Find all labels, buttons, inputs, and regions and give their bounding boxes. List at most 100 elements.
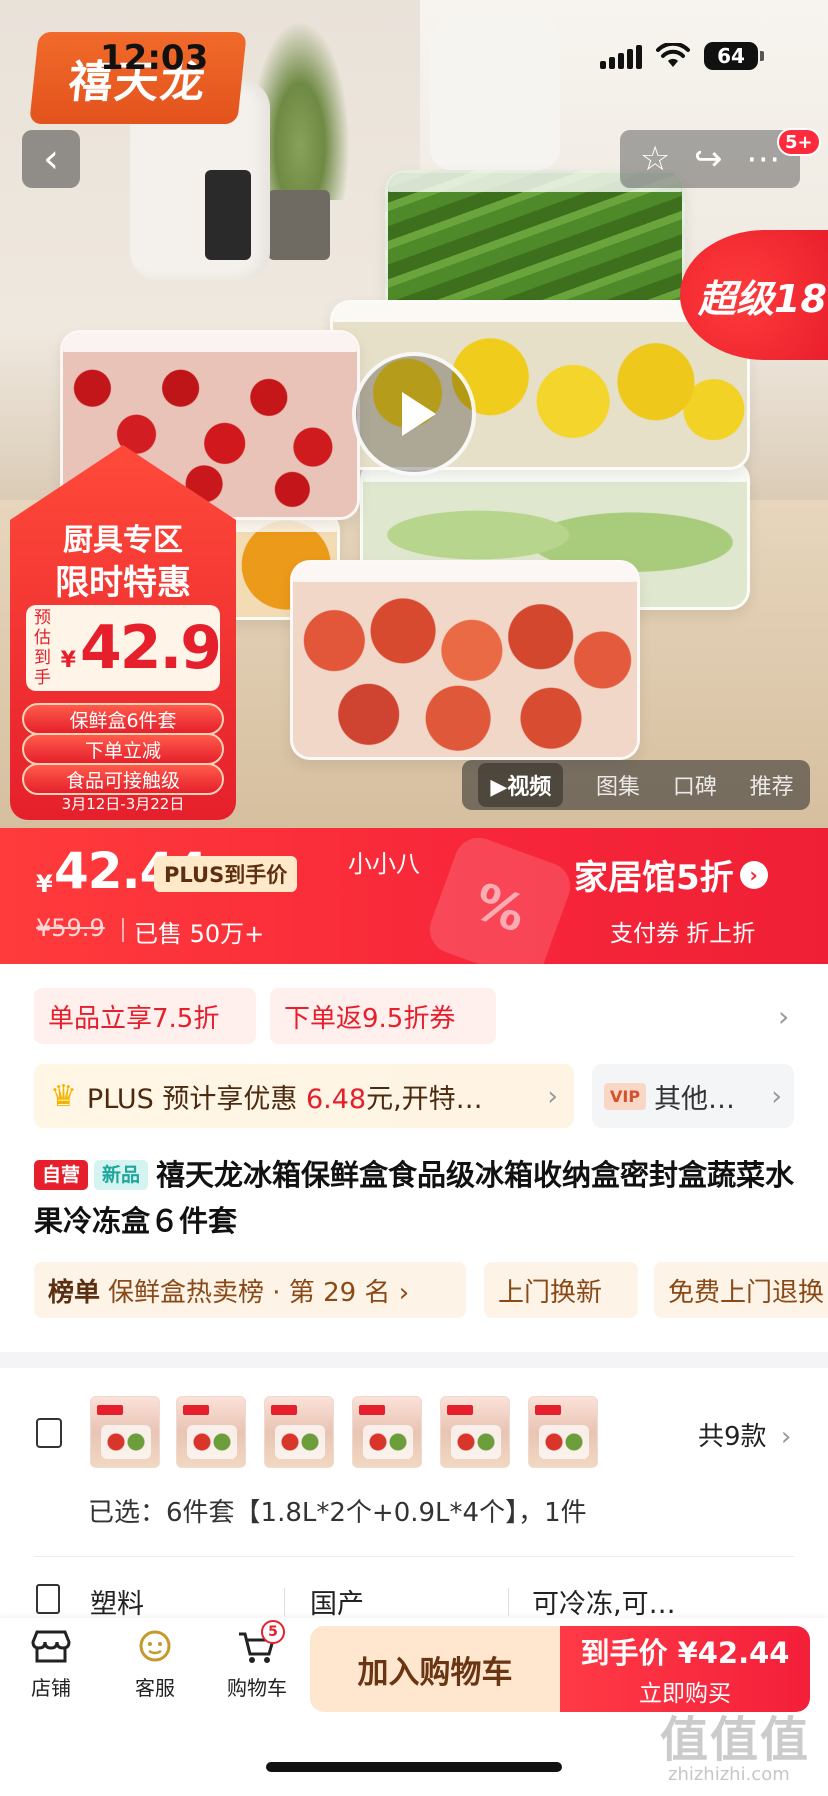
nav-shop[interactable]: 店铺: [6, 1628, 96, 1701]
selected-sku[interactable]: 已选：6件套【1.8L*2个+0.9L*4个】，1件: [88, 1492, 587, 1529]
price-divider: [122, 918, 124, 942]
price-currency: ¥: [36, 870, 53, 898]
chevron-left-icon: ‹: [43, 136, 59, 182]
add-to-cart-button[interactable]: 加入购物车: [310, 1626, 560, 1712]
promo-pill-1: 保鲜盒6件套: [22, 703, 224, 735]
status-time: 12:03: [100, 38, 209, 78]
sku-count-link[interactable]: 共9款 ›: [698, 1416, 791, 1453]
more-icon[interactable]: ⋯: [746, 142, 780, 176]
chevron-right-icon: ›: [780, 1422, 792, 1452]
sku-thumb-3[interactable]: [264, 1396, 334, 1468]
promo-title-1: 厨具专区: [63, 523, 183, 558]
ranking-label: 榜单: [48, 1277, 101, 1308]
free-return-text: 免费上门退换: [668, 1277, 825, 1308]
chevron-right-icon: ›: [771, 1080, 782, 1112]
home-promo-sub: 支付券 折上折: [610, 921, 756, 947]
sku-count: 共9款: [698, 1422, 767, 1452]
ranking-text: 保鲜盒热卖榜 · 第 29 名 ›: [108, 1277, 410, 1308]
plus-price-tag: PLUS到手价: [154, 856, 298, 892]
rice-cooker-panel: [205, 170, 251, 260]
kettle: [430, 20, 560, 170]
price-banner: ¥ 42.44 PLUS到手价 ¥59.9 已售 50万+ 小小八 % 家居馆5…: [0, 828, 828, 964]
home-replace-chip[interactable]: 上门换新: [484, 1262, 638, 1318]
home-replace-text: 上门换新: [498, 1277, 603, 1308]
media-tabs: ▶视频 图集 口碑 推荐: [462, 760, 810, 810]
new-product-tag: 新品: [94, 1160, 149, 1190]
sku-thumb-1[interactable]: [90, 1396, 160, 1468]
notification-badge: 5+: [777, 128, 821, 156]
share-icon[interactable]: ↪: [694, 142, 723, 176]
tab-video[interactable]: ▶视频: [478, 763, 564, 807]
tab-gallery[interactable]: 图集: [596, 769, 640, 801]
tab-reviews[interactable]: 口碑: [673, 769, 717, 801]
favorite-star-icon[interactable]: ☆: [640, 142, 670, 176]
sku-thumb-6[interactable]: [528, 1396, 598, 1468]
chevron-right-icon: ›: [739, 860, 768, 889]
promo-pill-2: 下单立减: [22, 733, 224, 765]
original-price: ¥59.9: [36, 914, 105, 942]
divider: [34, 1556, 794, 1557]
play-video-button[interactable]: [352, 352, 476, 476]
spec-feature[interactable]: 可冷冻,可…: [532, 1582, 676, 1621]
promo-currency: ¥: [60, 648, 76, 673]
spec-icon: [36, 1584, 60, 1614]
crown-icon: ♛: [50, 1078, 77, 1114]
sku-thumb-5[interactable]: [440, 1396, 510, 1468]
status-icons: 64: [600, 41, 764, 70]
home-promo-title: 家居馆5折: [574, 858, 734, 898]
vip-label: 其他…: [654, 1083, 736, 1115]
plus-suffix: 元,开特…: [366, 1083, 483, 1115]
nav-shop-label: 店铺: [31, 1676, 71, 1700]
ranking-chip[interactable]: 榜单 保鲜盒热卖榜 · 第 29 名 ›: [34, 1262, 466, 1318]
service-icon: [135, 1628, 175, 1664]
watermark: 值值值: [660, 1712, 811, 1768]
plus-amount: 6.48: [305, 1083, 367, 1115]
spec-material[interactable]: 塑料: [90, 1582, 144, 1621]
self-operated-tag: 自营: [34, 1160, 89, 1190]
sku-thumb-2[interactable]: [176, 1396, 246, 1468]
promo-price-box: 预估到手 ¥ 42.9: [26, 605, 222, 691]
spec-origin[interactable]: 国产: [310, 1582, 364, 1621]
wifi-icon: [656, 41, 690, 69]
vip-row[interactable]: VIP 其他… ›: [592, 1064, 794, 1128]
kitchen-promo-card[interactable]: 厨具专区 限时特惠 预估到手 ¥ 42.9 保鲜盒6件套 下单立减 食品可接触级…: [10, 445, 236, 820]
promo-pill-3: 食品可接触级: [22, 763, 224, 795]
back-button[interactable]: ‹: [22, 130, 80, 188]
promo-title-2: 限时特惠: [55, 563, 191, 603]
sku-thumb-4[interactable]: [352, 1396, 422, 1468]
home-indicator[interactable]: [266, 1762, 562, 1772]
coupon-return[interactable]: 下单返9.5折券: [270, 988, 496, 1044]
sku-select-icon: [36, 1418, 62, 1448]
battery-icon: 64: [704, 42, 764, 70]
watermark-url: zhizhizhi.com: [668, 1764, 790, 1785]
percent-icon: %: [423, 831, 577, 964]
cart-icon: 5: [237, 1620, 285, 1664]
chevron-right-icon: ›: [547, 1080, 558, 1112]
vip-badge: VIP: [604, 1082, 647, 1110]
nav-service[interactable]: 客服: [110, 1628, 200, 1701]
nav-cart-label: 购物车: [227, 1676, 287, 1700]
top-action-bar: ☆ ↪ ⋯: [620, 130, 800, 188]
user-nickname: 小小八: [348, 850, 420, 878]
buy-now-price: 到手价 ¥42.44: [580, 1636, 790, 1670]
play-icon: [402, 392, 436, 436]
shop-icon: [31, 1628, 71, 1664]
cart-count-badge: 5: [261, 1620, 285, 1644]
free-return-chip[interactable]: 免费上门退换: [654, 1262, 828, 1318]
tab-recommend[interactable]: 推荐: [750, 769, 794, 801]
section-separator: [0, 1352, 828, 1368]
signal-icon: [600, 43, 642, 69]
container-apple: [290, 560, 640, 760]
estimate-label: 预估到手: [34, 608, 51, 688]
sold-count: 已售 50万+: [134, 920, 265, 948]
promo-price: 42.9: [79, 613, 222, 683]
home-promo-link[interactable]: 家居馆5折 ›: [574, 850, 768, 899]
plant-pot: [268, 190, 330, 260]
coupon-discount[interactable]: 单品立享7.5折: [34, 988, 256, 1044]
nav-cart[interactable]: 5 购物车: [212, 1620, 302, 1701]
chevron-right-icon[interactable]: ›: [778, 1000, 789, 1033]
plus-discount-row[interactable]: ♛ PLUS 预计享优惠 6.48元,开特… ›: [34, 1064, 574, 1128]
promo-date: 3月12日-3月22日: [61, 795, 185, 813]
product-title: 自营 新品 禧天龙冰箱保鲜盒食品级冰箱收纳盒密封盒蔬菜水果冷冻盒６件套: [34, 1152, 804, 1244]
plus-prefix: PLUS 预计享优惠: [86, 1083, 306, 1115]
